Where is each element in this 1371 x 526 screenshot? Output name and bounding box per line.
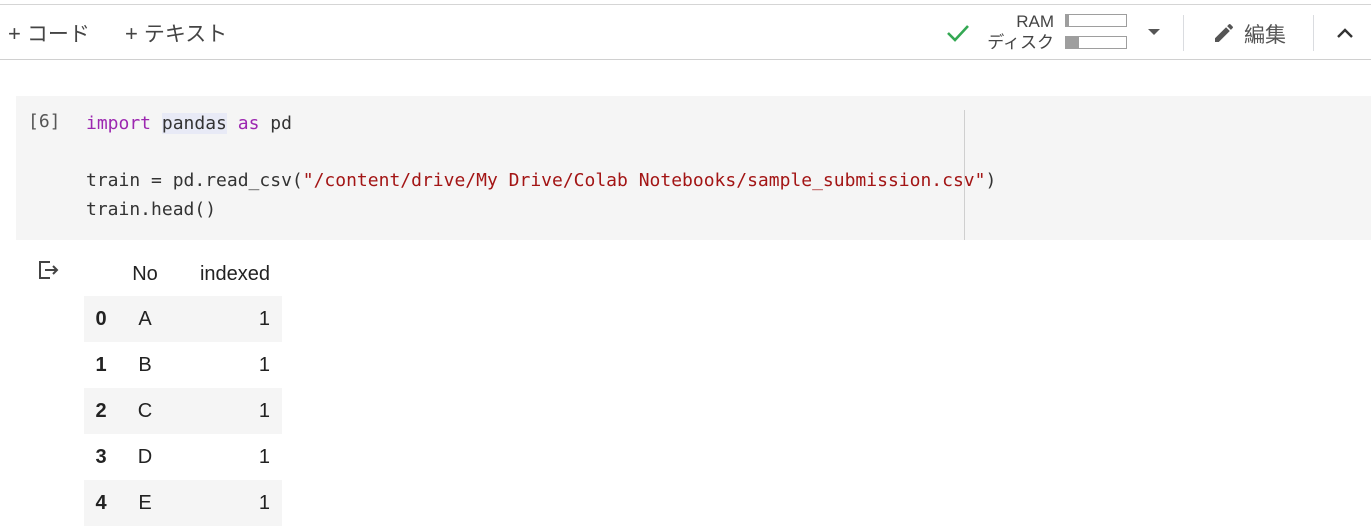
code-string-literal: "/content/drive/My Drive/Colab Notebooks…: [302, 170, 986, 191]
plus-icon: +: [125, 21, 138, 46]
pencil-icon: [1215, 23, 1234, 42]
chevron-up-icon[interactable]: [1333, 21, 1357, 45]
dataframe-table: No indexed 0 A 1 1 B 1 2 C 1 3 D 1 4 E 1: [84, 252, 282, 526]
table-row: 1 B 1: [84, 342, 282, 388]
code-line-2-prefix: train = pd.read_csv(: [86, 170, 303, 191]
table-header-row: No indexed: [84, 252, 282, 296]
column-header-no: No: [132, 262, 158, 285]
edit-label: 編集: [1244, 24, 1286, 47]
ram-label: RAM: [1016, 12, 1054, 31]
add-code-label: コード: [26, 23, 90, 46]
row-index: 3: [95, 445, 107, 468]
code-editor[interactable]: import pandas as pd train = pd.read_csv(…: [86, 110, 996, 224]
module-name: pandas: [161, 113, 227, 134]
cell-indexed: 1: [258, 353, 270, 376]
add-text-button[interactable]: + テキスト: [125, 18, 227, 48]
ram-usage-fill: [1066, 15, 1069, 26]
add-code-button[interactable]: + コード: [8, 18, 90, 48]
output-arrow-icon[interactable]: [36, 258, 60, 282]
code-cell[interactable]: [6] import pandas as pd train = pd.read_…: [16, 96, 1371, 240]
plus-icon: +: [8, 21, 21, 46]
check-icon: [947, 25, 969, 42]
table-row: 4 E 1: [84, 480, 282, 526]
code-line-3: train.head(): [86, 198, 217, 220]
column-header-indexed: indexed: [199, 262, 270, 285]
resource-labels[interactable]: RAM ディスク: [978, 11, 1054, 53]
row-index: 0: [95, 307, 107, 330]
row-index: 1: [95, 353, 107, 376]
disk-label: ディスク: [987, 33, 1054, 52]
cell-no: A: [138, 307, 152, 330]
table-row: 0 A 1: [84, 296, 282, 342]
table-row: 2 C 1: [84, 388, 282, 434]
keyword-as: as: [237, 113, 260, 134]
add-text-label: テキスト: [143, 23, 228, 46]
code-line-2-suffix: ): [985, 170, 997, 191]
cell-no: C: [137, 399, 153, 422]
module-alias: pd: [270, 113, 292, 134]
disk-usage-bar[interactable]: [1065, 36, 1127, 49]
keyword-import: import: [86, 113, 152, 134]
cell-indexed: 1: [258, 399, 270, 422]
table-row: 3 D 1: [84, 434, 282, 480]
ram-usage-bar[interactable]: [1065, 14, 1127, 27]
dropdown-icon[interactable]: [1144, 22, 1164, 42]
column-header-index: [84, 252, 118, 296]
cell-indexed: 1: [258, 491, 270, 514]
toolbar-separator: [1313, 15, 1314, 51]
editor-ruler: [964, 110, 965, 240]
execution-count: [6]: [28, 111, 61, 132]
row-index: 4: [95, 491, 107, 514]
cell-no: E: [138, 491, 152, 514]
cell-no: D: [137, 445, 153, 468]
row-index: 2: [95, 399, 107, 422]
cell-indexed: 1: [258, 445, 270, 468]
notebook-toolbar: + コード + テキスト RAM ディスク 編集: [0, 5, 1371, 60]
cell-no: B: [138, 353, 152, 376]
cell-indexed: 1: [258, 307, 270, 330]
disk-usage-fill: [1066, 37, 1080, 48]
toolbar-separator: [1183, 15, 1184, 51]
